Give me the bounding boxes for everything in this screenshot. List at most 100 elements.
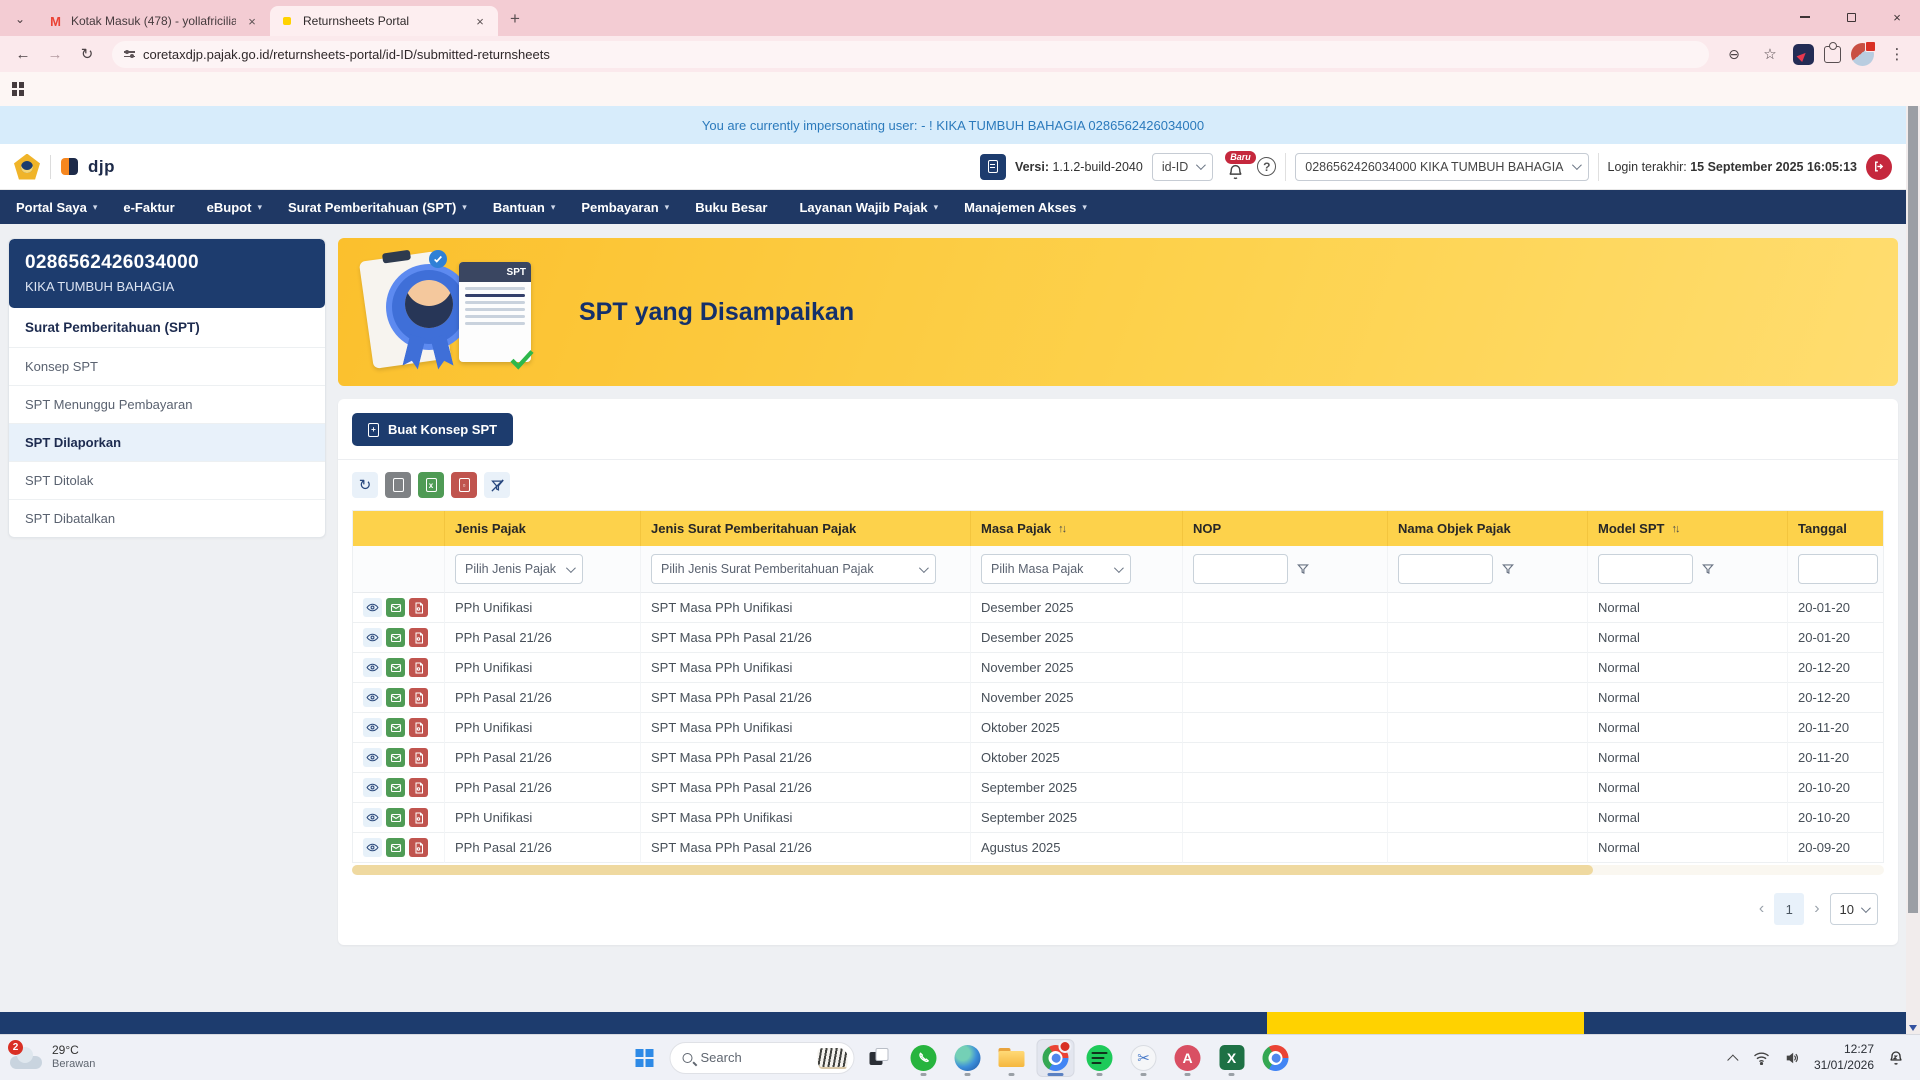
page-vertical-scrollbar[interactable]: [1906, 106, 1920, 1034]
view-button[interactable]: [363, 688, 382, 707]
pdf-button[interactable]: [409, 748, 428, 767]
filter-jenis-surat-select[interactable]: Pilih Jenis Surat Pemberitahuan Pajak: [651, 554, 936, 584]
url-bar[interactable]: coretaxdjp.pajak.go.id/returnsheets-port…: [112, 41, 1709, 68]
filter-jenis-pajak-select[interactable]: Pilih Jenis Pajak: [455, 554, 583, 584]
column-header[interactable]: Tanggal: [1788, 511, 1884, 546]
nav-item[interactable]: Manajemen Akses ▾: [964, 200, 1087, 215]
nav-item[interactable]: Surat Pemberitahuan (SPT) ▾: [288, 200, 467, 215]
tab-gmail[interactable]: M Kotak Masuk (478) - yollafricilia ×: [38, 6, 270, 36]
email-button[interactable]: [386, 808, 405, 827]
email-button[interactable]: [386, 658, 405, 677]
tab-close-icon[interactable]: ×: [244, 13, 260, 29]
window-close-button[interactable]: ×: [1874, 0, 1920, 34]
filter-masa-pajak-select[interactable]: Pilih Masa Pajak: [981, 554, 1131, 584]
nav-item[interactable]: Layanan Wajib Pajak ▾: [799, 200, 938, 215]
whatsapp-app[interactable]: [905, 1039, 943, 1077]
sidebar-item[interactable]: Konsep SPT: [9, 347, 325, 385]
sidebar-item[interactable]: SPT Dibatalkan: [9, 499, 325, 537]
scrollbar-thumb[interactable]: [352, 865, 1593, 875]
reload-button[interactable]: ↻: [74, 41, 100, 67]
nav-item[interactable]: Buku Besar: [695, 200, 773, 215]
back-button[interactable]: ←: [10, 41, 36, 67]
model-spt-funnel-button[interactable]: [1701, 562, 1715, 576]
pdf-button[interactable]: [409, 688, 428, 707]
nav-item[interactable]: Portal Saya ▾: [16, 200, 97, 215]
copy-version-button[interactable]: [980, 154, 1006, 180]
clear-filter-button[interactable]: [484, 472, 510, 498]
email-button[interactable]: [386, 838, 405, 857]
taskbar-search[interactable]: Search: [670, 1042, 855, 1074]
page-1-button[interactable]: 1: [1774, 893, 1804, 925]
chrome-app[interactable]: [1037, 1039, 1075, 1077]
pdf-button[interactable]: [409, 598, 428, 617]
column-header[interactable]: NOP: [1183, 511, 1388, 546]
column-header[interactable]: Jenis Pajak: [445, 511, 641, 546]
zoom-icon[interactable]: ⊖: [1721, 41, 1747, 67]
view-button[interactable]: [363, 748, 382, 767]
filter-nama-objek-input[interactable]: [1398, 554, 1493, 584]
logout-button[interactable]: [1866, 154, 1892, 180]
pdf-button[interactable]: [409, 718, 428, 737]
column-header[interactable]: Jenis Surat Pemberitahuan Pajak: [641, 511, 971, 546]
extension-icon[interactable]: [1793, 44, 1814, 65]
table-horizontal-scrollbar[interactable]: [352, 865, 1884, 875]
file-explorer-app[interactable]: [993, 1039, 1031, 1077]
new-tab-button[interactable]: +: [502, 6, 528, 32]
excel-app[interactable]: X: [1213, 1039, 1251, 1077]
wifi-icon[interactable]: [1753, 1051, 1770, 1065]
bookmark-star-icon[interactable]: ☆: [1757, 41, 1783, 67]
nav-item[interactable]: Pembayaran ▾: [581, 200, 669, 215]
view-button[interactable]: [363, 808, 382, 827]
forward-button[interactable]: →: [42, 41, 68, 67]
notifications-bell[interactable]: Baru: [1222, 153, 1248, 181]
email-button[interactable]: [386, 628, 405, 647]
scrollbar-thumb[interactable]: [1908, 106, 1918, 913]
notification-bell-icon[interactable]: [1888, 1050, 1904, 1066]
nav-item[interactable]: e-Faktur: [123, 200, 180, 215]
clock[interactable]: 12:27 31/01/2026: [1814, 1042, 1874, 1073]
view-button[interactable]: [363, 628, 382, 647]
tab-returnsheets[interactable]: Returnsheets Portal ×: [270, 6, 498, 36]
pdf-button[interactable]: [409, 658, 428, 677]
next-page-button[interactable]: ›: [1814, 900, 1819, 918]
pdf-button[interactable]: [409, 808, 428, 827]
scroll-down-arrow[interactable]: [1909, 1025, 1917, 1031]
pdf-button[interactable]: [409, 628, 428, 647]
pdf-button[interactable]: [409, 778, 428, 797]
spotify-app[interactable]: [1081, 1039, 1119, 1077]
browser-menu-icon[interactable]: ⋮: [1884, 41, 1910, 67]
window-maximize-button[interactable]: [1828, 0, 1874, 34]
url-text[interactable]: coretaxdjp.pajak.go.id/returnsheets-port…: [143, 47, 550, 62]
export-pdf-button[interactable]: ▫: [451, 472, 477, 498]
snipping-tool-app[interactable]: ✂: [1125, 1039, 1163, 1077]
task-view-button[interactable]: [861, 1039, 899, 1077]
prev-page-button[interactable]: ‹: [1759, 900, 1764, 918]
nav-item[interactable]: eBupot ▾: [207, 200, 262, 215]
tray-chevron-icon[interactable]: [1727, 1054, 1738, 1065]
column-header[interactable]: Model SPT↑↓: [1588, 511, 1788, 546]
email-button[interactable]: [386, 748, 405, 767]
account-select[interactable]: 0286562426034000 KIKA TUMBUH BAHAGIA: [1295, 153, 1588, 181]
email-button[interactable]: [386, 598, 405, 617]
apps-grid-icon[interactable]: [12, 82, 24, 96]
view-button[interactable]: [363, 598, 382, 617]
email-button[interactable]: [386, 718, 405, 737]
view-button[interactable]: [363, 838, 382, 857]
edge-app[interactable]: [949, 1039, 987, 1077]
filter-model-spt-input[interactable]: [1598, 554, 1693, 584]
nav-item[interactable]: Bantuan ▾: [493, 200, 556, 215]
locale-select[interactable]: id-ID: [1152, 153, 1213, 181]
page-size-select[interactable]: 10: [1830, 893, 1878, 925]
start-button[interactable]: [626, 1039, 664, 1077]
sidebar-item[interactable]: SPT Menunggu Pembayaran: [9, 385, 325, 423]
view-button[interactable]: [363, 778, 382, 797]
profile-avatar[interactable]: [1851, 43, 1874, 66]
volume-icon[interactable]: [1784, 1051, 1800, 1065]
tab-close-icon[interactable]: ×: [472, 13, 488, 29]
email-button[interactable]: [386, 688, 405, 707]
nama-objek-funnel-button[interactable]: [1501, 562, 1515, 576]
column-header[interactable]: Nama Objek Pajak: [1388, 511, 1588, 546]
column-header[interactable]: Masa Pajak↑↓: [971, 511, 1183, 546]
view-button[interactable]: [363, 718, 382, 737]
refresh-button[interactable]: ↻: [352, 472, 378, 498]
